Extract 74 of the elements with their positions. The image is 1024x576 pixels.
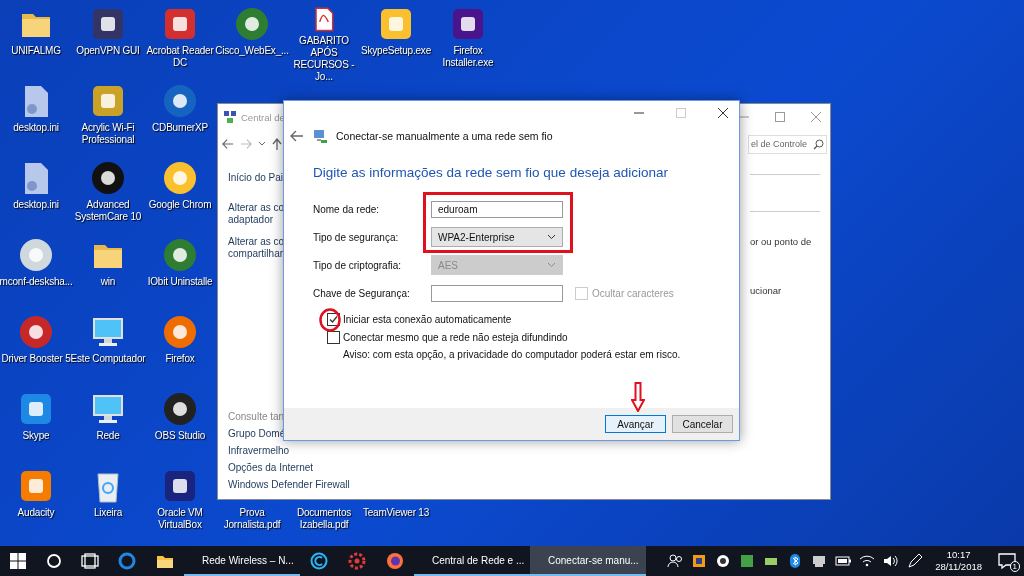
- back-arrow-icon[interactable]: [290, 130, 304, 142]
- windows-start-icon[interactable]: [9, 552, 27, 570]
- dialog-heading: Digite as informações da rede sem fio que deseja adicionar: [313, 164, 669, 182]
- dialog-button[interactable]: Cancelar: [672, 415, 733, 433]
- notification-icon[interactable]: [998, 552, 1016, 570]
- sidebar-link[interactable]: Opções da Internet: [228, 461, 750, 474]
- annotation-circle: [319, 308, 341, 332]
- field-label: Tipo de criptografia:: [313, 259, 402, 271]
- gear-icon: [348, 552, 366, 570]
- app-icon[interactable]: [162, 160, 198, 196]
- firefox-icon: [386, 552, 404, 570]
- search-field[interactable]: el de Controle: [747, 134, 827, 154]
- checkbox[interactable]: [327, 331, 340, 344]
- app-icon[interactable]: [378, 6, 414, 42]
- up-arrow-icon[interactable]: [272, 138, 282, 150]
- app-icon[interactable]: [162, 314, 198, 350]
- icon-label[interactable]: SkypeSetup.exe: [357, 45, 435, 57]
- back-arrow-icon[interactable]: [222, 138, 234, 150]
- clock[interactable]: 10:17 28/11/2018: [927, 546, 990, 576]
- close-icon[interactable]: [717, 107, 729, 119]
- chevron-icon: [547, 234, 556, 240]
- input-field[interactable]: eduroam: [431, 200, 563, 218]
- taskbar-button[interactable]: Rede Wireless – N...: [184, 546, 300, 576]
- app-icon[interactable]: [450, 6, 486, 42]
- app-icon[interactable]: [162, 391, 198, 427]
- app-icon[interactable]: [162, 6, 198, 42]
- maximize-icon[interactable]: [774, 111, 786, 123]
- task-view-icon[interactable]: [81, 552, 99, 570]
- app-icon[interactable]: [90, 160, 126, 196]
- dropdown[interactable]: WPA2-Enterprise: [431, 227, 563, 247]
- icon-label[interactable]: mconf-desksha...: [0, 276, 75, 288]
- chevron-icon: [547, 262, 556, 268]
- app-icon[interactable]: [162, 468, 198, 504]
- app-icon[interactable]: [18, 237, 54, 273]
- c-icon: [310, 552, 328, 570]
- icon-label[interactable]: IObit Uninstalle: [141, 276, 219, 288]
- sidebar-link[interactable]: Infravermelho: [228, 444, 750, 457]
- app-icon[interactable]: [18, 391, 54, 427]
- pen-icon[interactable]: [906, 552, 925, 570]
- search-icon[interactable]: [45, 552, 63, 570]
- input-field[interactable]: [431, 284, 563, 302]
- body-text: or ou ponto de: [750, 236, 813, 247]
- field-label: Nome da rede:: [313, 203, 381, 215]
- app-icon[interactable]: [18, 468, 54, 504]
- app-icon[interactable]: [162, 237, 198, 273]
- icon-label[interactable]: Este Computador: [69, 353, 147, 365]
- network-icon: [223, 110, 237, 124]
- down-arrow-icon: [631, 382, 645, 412]
- dialog-button[interactable]: Avançar: [605, 415, 666, 433]
- body-text: ucionar: [750, 285, 783, 296]
- sidebar-link[interactable]: Windows Defender Firewall: [228, 478, 750, 491]
- people-icon[interactable]: [666, 552, 685, 570]
- dropdown: AES: [431, 255, 563, 275]
- app-icon[interactable]: [162, 83, 198, 119]
- network-icon: [312, 128, 328, 144]
- chevron-icon[interactable]: [258, 141, 266, 147]
- taskbar-button[interactable]: Conectar-se manu...: [530, 546, 646, 576]
- app-icon[interactable]: [90, 83, 126, 119]
- checkbox[interactable]: [327, 313, 340, 326]
- notification-badge: 1: [1009, 561, 1020, 572]
- field-label: Chave de Segurança:: [313, 287, 411, 299]
- app-icon[interactable]: [18, 314, 54, 350]
- app-icon[interactable]: [90, 6, 126, 42]
- search-icon: [813, 138, 824, 150]
- warning-text: Aviso: com esta opção, a privacidade do computador poderá estar em risco.: [342, 349, 682, 360]
- section-heading: Consulte tan: [228, 410, 286, 423]
- checkbox-label: Ocultar caracteres: [592, 287, 674, 299]
- checkbox-label[interactable]: Iniciar esta conexão automaticamente: [343, 314, 512, 325]
- icon-label[interactable]: Cisco_WebEx_...: [213, 45, 291, 57]
- field-label: Tipo de segurança:: [313, 231, 400, 243]
- edge-icon: [118, 552, 136, 570]
- app-icon[interactable]: [234, 6, 270, 42]
- dialog-title: Conectar-se manualmente a uma rede sem fio: [336, 130, 553, 142]
- checkbox-label[interactable]: Conectar mesmo que a rede não esteja difundindo: [343, 332, 568, 343]
